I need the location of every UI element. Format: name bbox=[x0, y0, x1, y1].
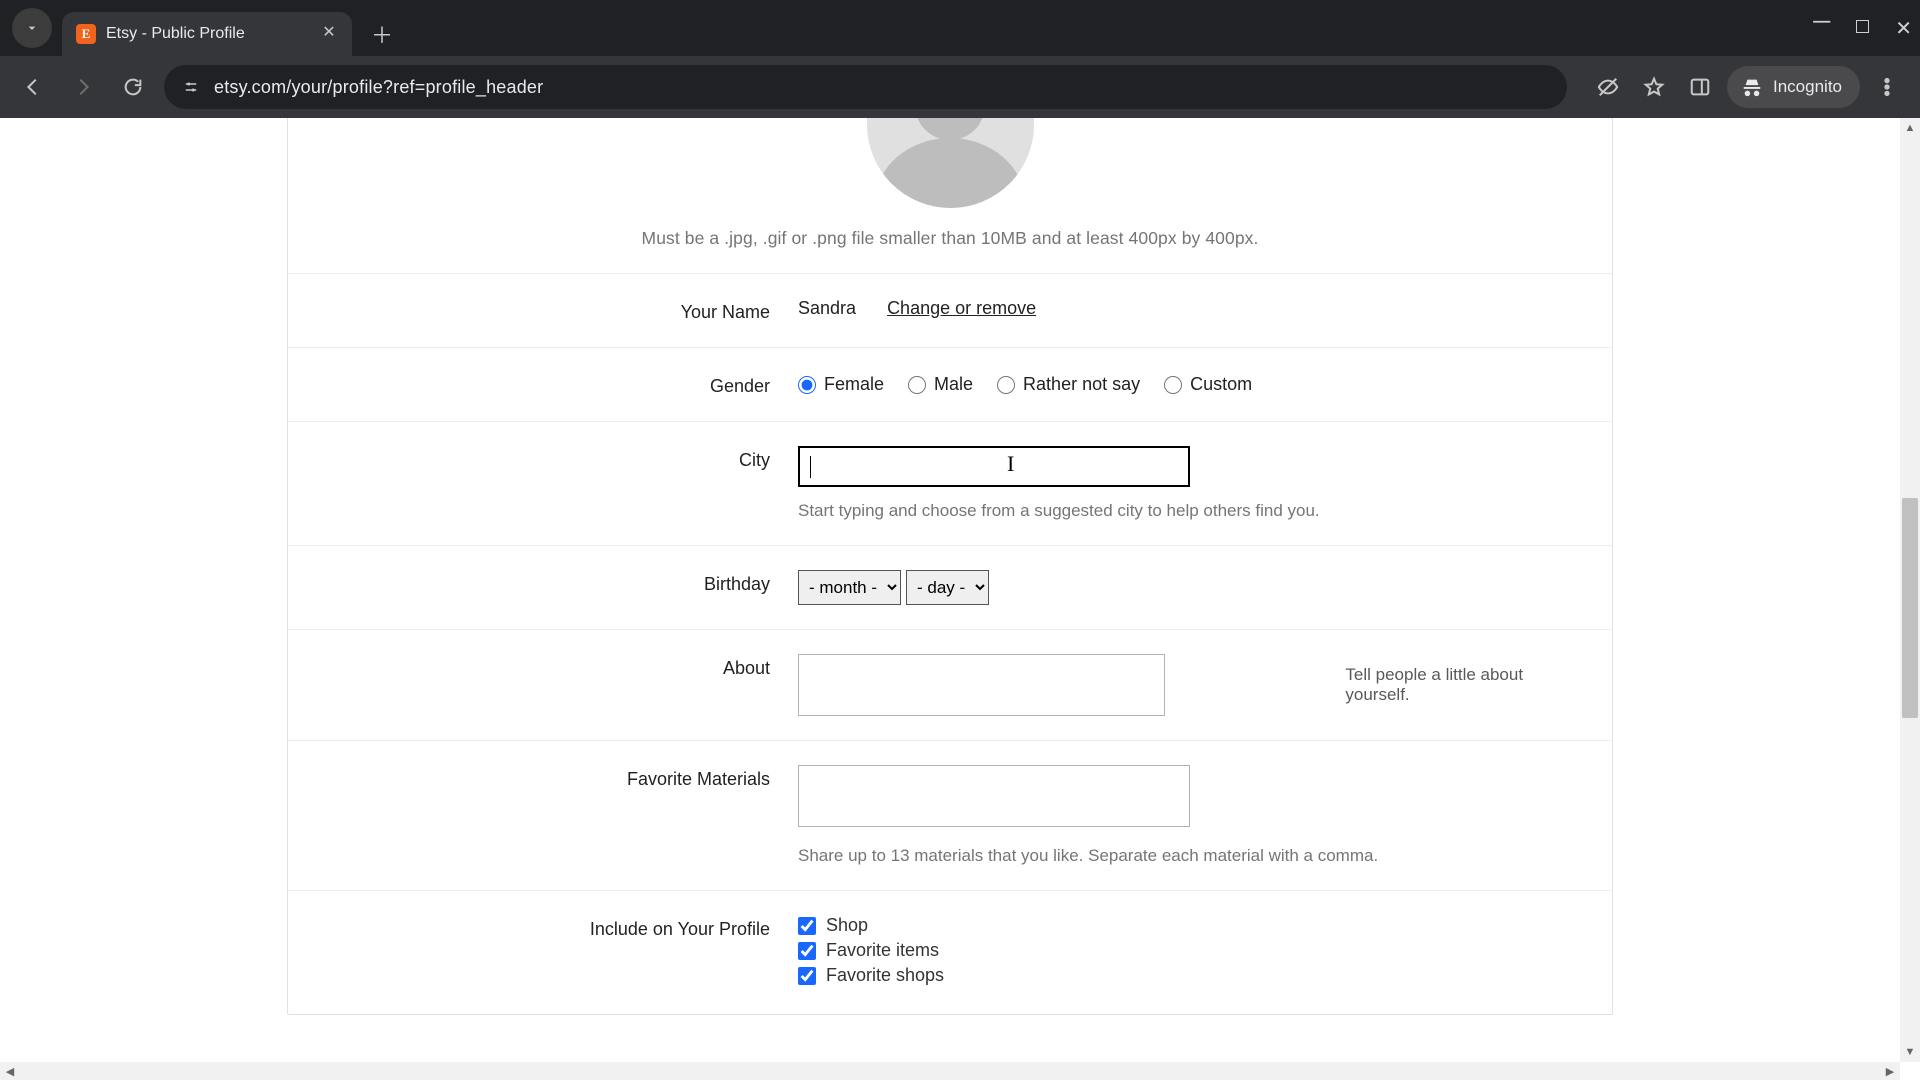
radio-rns-input[interactable] bbox=[997, 376, 1015, 394]
tab-title: Etsy - Public Profile bbox=[106, 25, 310, 43]
about-hint: Tell people a little about yourself. bbox=[1345, 665, 1576, 705]
tabs-dropdown-button[interactable] bbox=[12, 8, 52, 48]
radio-rather-not-say[interactable]: Rather not say bbox=[997, 374, 1140, 395]
vertical-scroll-thumb[interactable] bbox=[1902, 498, 1918, 718]
label-city: City bbox=[288, 446, 798, 521]
row-fav-materials: Favorite Materials Share up to 13 materi… bbox=[288, 740, 1612, 890]
incognito-profile-button[interactable]: Incognito bbox=[1727, 66, 1860, 108]
vertical-scrollbar[interactable]: ▲ ▼ bbox=[1900, 118, 1920, 1062]
radio-male-label: Male bbox=[934, 374, 973, 395]
label-gender: Gender bbox=[288, 372, 798, 397]
horizontal-scrollbar[interactable]: ◀ ▶ bbox=[0, 1062, 1900, 1080]
page-content: Must be a .jpg, .gif or .png file smalle… bbox=[0, 118, 1900, 1062]
incognito-label: Incognito bbox=[1773, 77, 1842, 97]
radio-rns-label: Rather not say bbox=[1023, 374, 1140, 395]
birthday-day-select[interactable]: - day - bbox=[906, 570, 989, 605]
radio-custom-input[interactable] bbox=[1164, 376, 1182, 394]
row-birthday: Birthday - month - - day - bbox=[288, 545, 1612, 629]
site-settings-icon[interactable] bbox=[182, 78, 200, 96]
scroll-up-arrow-icon[interactable]: ▲ bbox=[1900, 118, 1920, 138]
chrome-menu-icon[interactable] bbox=[1868, 68, 1906, 106]
forward-button[interactable] bbox=[64, 68, 102, 106]
close-tab-icon[interactable]: ✕ bbox=[320, 25, 338, 43]
text-caret bbox=[810, 456, 811, 478]
row-include: Include on Your Profile Shop Favorite it… bbox=[288, 890, 1612, 1014]
browser-toolbar: etsy.com/your/profile?ref=profile_header… bbox=[0, 56, 1920, 118]
check-shop-input[interactable] bbox=[798, 917, 816, 935]
row-city: City I Start typing and choose from a su… bbox=[288, 421, 1612, 545]
minimize-icon[interactable]: ─ bbox=[1813, 8, 1830, 36]
change-or-remove-link[interactable]: Change or remove bbox=[887, 298, 1036, 318]
radio-custom-label: Custom bbox=[1190, 374, 1252, 395]
radio-female-label: Female bbox=[824, 374, 884, 395]
check-fav-items-label: Favorite items bbox=[826, 940, 939, 961]
profile-form-card: Must be a .jpg, .gif or .png file smalle… bbox=[287, 118, 1613, 1015]
row-about: About Tell people a little about yoursel… bbox=[288, 629, 1612, 740]
check-fav-items-input[interactable] bbox=[798, 942, 816, 960]
label-include: Include on Your Profile bbox=[288, 915, 798, 990]
radio-custom[interactable]: Custom bbox=[1164, 374, 1252, 395]
scroll-right-arrow-icon[interactable]: ▶ bbox=[1880, 1062, 1900, 1080]
check-fav-shops[interactable]: Favorite shops bbox=[798, 965, 1576, 986]
fav-materials-hint: Share up to 13 materials that you like. … bbox=[798, 846, 1576, 866]
scroll-down-arrow-icon[interactable]: ▼ bbox=[1900, 1042, 1920, 1062]
fav-materials-textarea[interactable] bbox=[798, 765, 1190, 827]
check-fav-shops-label: Favorite shops bbox=[826, 965, 944, 986]
close-window-icon[interactable]: ✕ bbox=[1895, 16, 1912, 41]
side-panel-icon[interactable] bbox=[1681, 68, 1719, 106]
label-birthday: Birthday bbox=[288, 570, 798, 605]
check-fav-items[interactable]: Favorite items bbox=[798, 940, 1576, 961]
city-input[interactable]: I bbox=[798, 446, 1190, 487]
check-fav-shops-input[interactable] bbox=[798, 967, 816, 985]
row-gender: Gender Female Male Rather not say Custom bbox=[288, 347, 1612, 421]
url-text: etsy.com/your/profile?ref=profile_header bbox=[214, 77, 543, 98]
check-shop[interactable]: Shop bbox=[798, 915, 1576, 936]
name-value: Sandra bbox=[798, 298, 856, 319]
new-tab-button[interactable]: ＋ bbox=[364, 16, 400, 52]
browser-tab[interactable]: E Etsy - Public Profile ✕ bbox=[62, 12, 352, 56]
maximize-icon[interactable] bbox=[1856, 20, 1869, 37]
incognito-eye-icon[interactable] bbox=[1589, 68, 1627, 106]
city-hint: Start typing and choose from a suggested… bbox=[798, 501, 1576, 521]
address-bar[interactable]: etsy.com/your/profile?ref=profile_header bbox=[164, 65, 1567, 109]
incognito-icon bbox=[1741, 76, 1763, 98]
about-textarea[interactable] bbox=[798, 654, 1165, 716]
radio-male[interactable]: Male bbox=[908, 374, 973, 395]
scroll-left-arrow-icon[interactable]: ◀ bbox=[0, 1062, 20, 1080]
radio-female[interactable]: Female bbox=[798, 374, 884, 395]
birthday-month-select[interactable]: - month - bbox=[798, 570, 901, 605]
reload-button[interactable] bbox=[114, 68, 152, 106]
text-cursor-icon: I bbox=[1007, 451, 1014, 477]
label-your-name: Your Name bbox=[288, 298, 798, 323]
row-name: Your Name Sandra Change or remove bbox=[288, 273, 1612, 347]
label-about: About bbox=[288, 654, 798, 716]
back-button[interactable] bbox=[14, 68, 52, 106]
bookmark-star-icon[interactable] bbox=[1635, 68, 1673, 106]
radio-female-input[interactable] bbox=[798, 376, 816, 394]
etsy-favicon: E bbox=[76, 24, 96, 44]
check-shop-label: Shop bbox=[826, 915, 868, 936]
radio-male-input[interactable] bbox=[908, 376, 926, 394]
avatar-placeholder[interactable] bbox=[867, 118, 1034, 208]
label-fav-materials: Favorite Materials bbox=[288, 765, 798, 866]
avatar-help-text: Must be a .jpg, .gif or .png file smalle… bbox=[288, 228, 1612, 249]
tab-strip: E Etsy - Public Profile ✕ ＋ ─ ✕ bbox=[0, 0, 1920, 56]
